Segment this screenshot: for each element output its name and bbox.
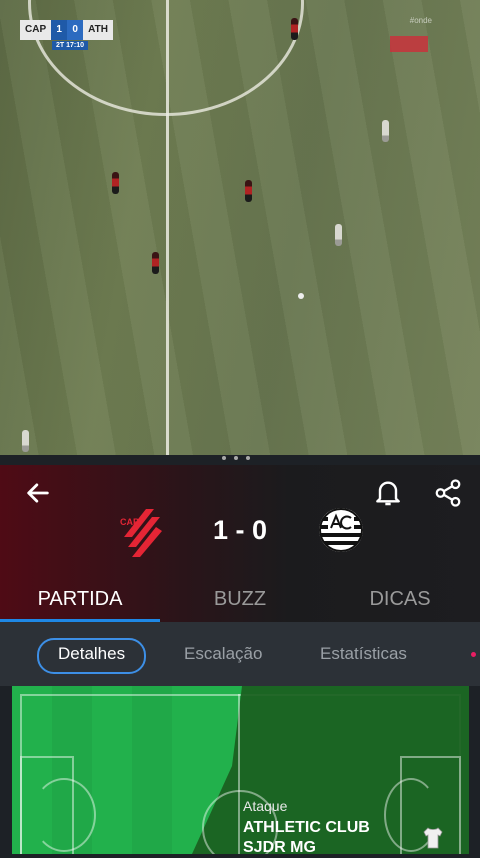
player <box>335 224 342 246</box>
carousel-dot[interactable] <box>222 456 226 460</box>
attack-team-name: ATHLETIC CLUB SJDR MG <box>243 819 370 856</box>
center-circle <box>28 0 304 116</box>
sub-tabs: Detalhes Escalação Estatísticas <box>0 622 480 686</box>
tab-partida[interactable]: PARTIDA <box>0 580 160 622</box>
scorebug-home-score: 1 <box>51 20 68 40</box>
player <box>112 172 119 194</box>
away-team-logo[interactable] <box>318 507 364 553</box>
subtab-escalacao[interactable]: Escalação <box>184 638 262 670</box>
scorebug-home: CAP <box>20 20 52 40</box>
match-header: CAP 1 - 0 PARTIDA BUZZ DICAS <box>0 465 480 622</box>
player <box>245 180 252 202</box>
broadcast-logo: #onde <box>409 16 432 25</box>
share-icon[interactable] <box>433 478 463 508</box>
player <box>382 120 389 142</box>
home-team-logo[interactable]: CAP <box>120 507 162 559</box>
bell-icon[interactable] <box>372 476 404 508</box>
live-tag <box>390 36 428 52</box>
carousel-dots[interactable] <box>222 456 250 460</box>
tab-buzz[interactable]: BUZZ <box>160 580 320 622</box>
subtab-detalhes[interactable]: Detalhes <box>37 638 147 674</box>
scorebug-away: ATH <box>83 20 113 40</box>
scorebug: CAP 1 0 ATH 2T 17:10 <box>20 20 113 50</box>
subtab-estatisticas[interactable]: Estatísticas <box>320 638 407 670</box>
carousel-dot[interactable] <box>246 456 250 460</box>
more-indicator-dot <box>471 652 476 657</box>
home-logo-text: CAP <box>120 517 139 527</box>
attack-label: Ataque <box>243 798 288 814</box>
scorebug-away-score: 0 <box>67 20 84 40</box>
tab-dicas[interactable]: DICAS <box>320 580 480 622</box>
back-arrow-icon[interactable] <box>24 479 52 507</box>
scorebug-time: 2T 17:10 <box>52 41 89 50</box>
carousel-dot[interactable] <box>234 456 238 460</box>
player <box>22 430 29 452</box>
player <box>291 18 298 40</box>
match-score: 1 - 0 <box>212 515 268 545</box>
ball <box>298 293 304 299</box>
main-tabs: PARTIDA BUZZ DICAS <box>0 580 480 622</box>
team-kit-icon <box>423 827 443 849</box>
video-player[interactable]: CAP 1 0 ATH 2T 17:10 #onde <box>0 0 480 455</box>
player <box>152 252 159 274</box>
left-penalty-arc <box>32 778 96 852</box>
field-visual <box>12 686 469 854</box>
